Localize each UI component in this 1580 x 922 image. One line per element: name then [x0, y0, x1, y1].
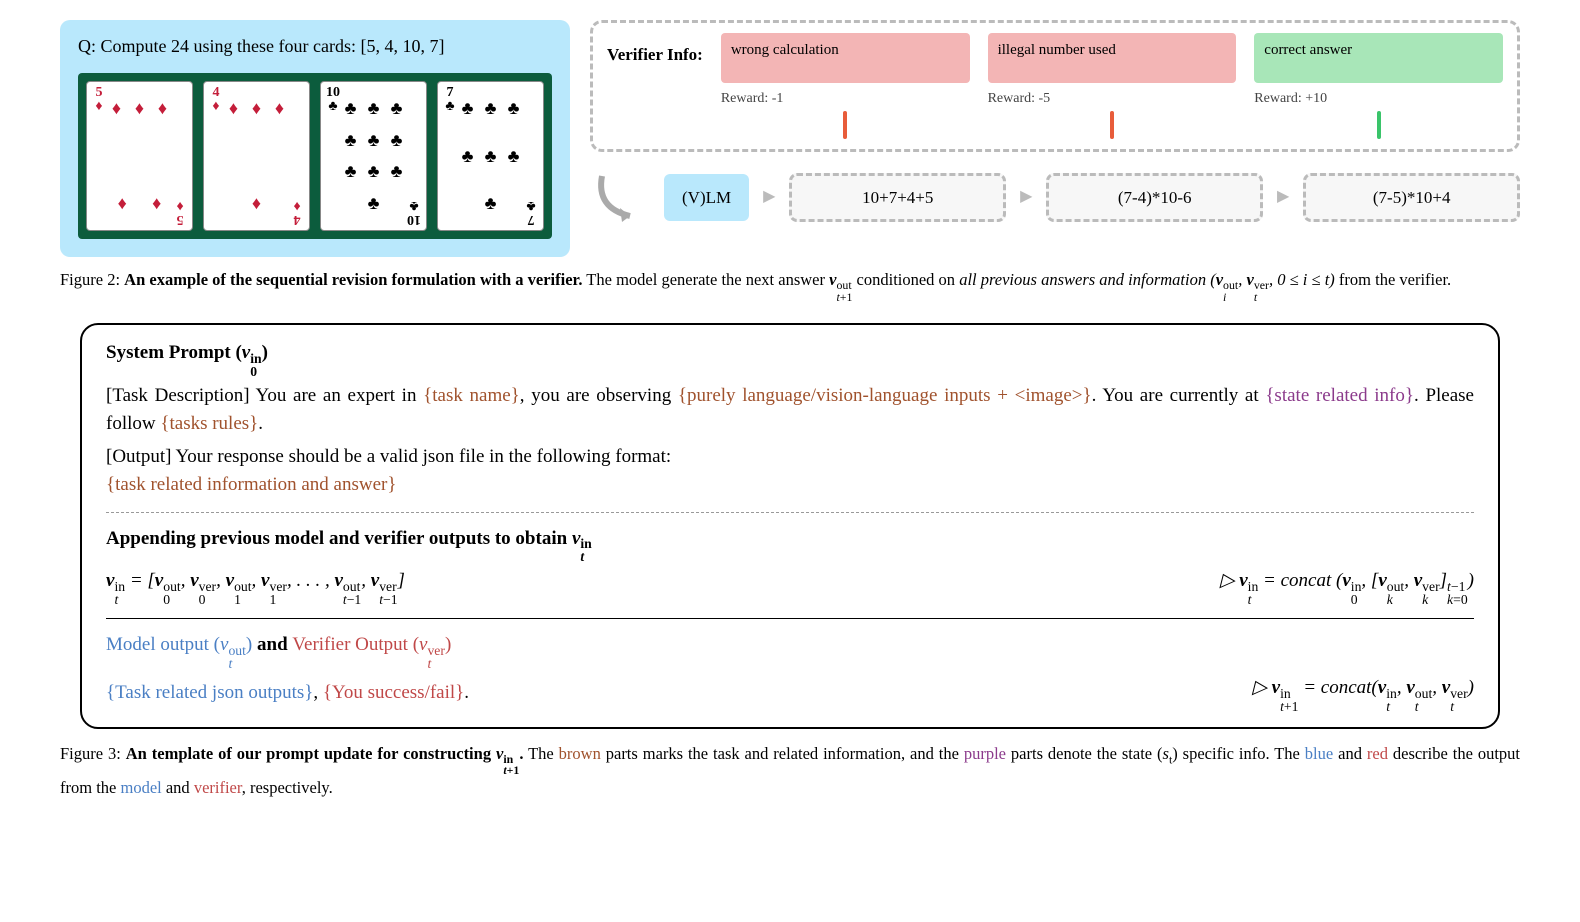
- verifier-output-label: Verifier Output (: [292, 634, 419, 655]
- cap3-brown: brown: [559, 744, 601, 763]
- period: .: [258, 413, 263, 434]
- cap3-r5: and: [1333, 744, 1367, 763]
- output-label: [Output] Your response should be a valid…: [106, 446, 671, 467]
- verifier-item: correct answer Reward: +10: [1254, 33, 1503, 139]
- period2: .: [464, 682, 469, 703]
- verifier-status-box: wrong calculation: [721, 33, 970, 83]
- system-prompt-title: System Prompt (vin0): [106, 339, 1474, 378]
- task-info-slot: {task related information and answer}: [106, 474, 396, 495]
- and-text: and: [252, 634, 292, 655]
- output-row: (V)LM ▶ 10+7+4+5 ▶ (7-4)*10-6 ▶ (7-5)*10+4: [590, 168, 1520, 228]
- task-name-slot: {task name}: [423, 385, 520, 406]
- math-tuple: (vouti, vvert, 0 ≤ i ≤ t): [1206, 270, 1335, 289]
- figure-2-caption: Figure 2: An example of the sequential r…: [60, 269, 1520, 303]
- math-v-in-t: vint: [572, 528, 592, 549]
- verifier-info-row: Verifier Info: wrong calculation Reward:…: [590, 20, 1520, 152]
- expression-box: (7-4)*10-6: [1046, 173, 1263, 223]
- dashed-divider: [106, 512, 1474, 513]
- cards-row: 5♦ ♦♦♦♦♦ 5♦ 4♦ ♦♦♦♦ 4♦ 10♣ ♣♣♣♣♣♣♣♣♣♣ 10…: [78, 73, 552, 239]
- vlm-box: (V)LM: [664, 174, 749, 222]
- connector-line: [843, 111, 847, 139]
- caption-text: The model generate the next answer: [582, 270, 829, 289]
- comma: ,: [313, 682, 323, 703]
- cap3-r2: parts marks the task and related informa…: [601, 744, 964, 763]
- cap3-lead: Figure 3:: [60, 744, 126, 763]
- arrow-icon: [590, 168, 650, 228]
- playing-card: 4♦ ♦♦♦♦ 4♦: [203, 81, 310, 231]
- prompt-template-box: System Prompt (vin0) [Task Description] …: [80, 323, 1500, 729]
- expression-box: 10+7+4+5: [789, 173, 1006, 223]
- verifier-item: wrong calculation Reward: -1: [721, 33, 970, 139]
- playing-card: 10♣ ♣♣♣♣♣♣♣♣♣♣ 10♣: [320, 81, 427, 231]
- inputs-slot: {purely language/vision-language inputs …: [678, 385, 1092, 406]
- math-v-ver-t: vvert: [419, 634, 445, 655]
- task-json-slot: {Task related json outputs}: [106, 682, 313, 703]
- verifier-status-box: illegal number used: [988, 33, 1237, 83]
- output-description: [Output] Your response should be a valid…: [106, 443, 1474, 500]
- cap3-r7: and: [162, 778, 194, 797]
- math-v-out: voutt+1: [829, 270, 852, 289]
- rules-slot: {tasks rules}: [160, 413, 258, 434]
- cap3-r1: The: [523, 744, 558, 763]
- task-desc-prefix: [Task Description] You are an expert in: [106, 385, 423, 406]
- cap3-bold: An template of our prompt update for con…: [126, 744, 496, 763]
- append-title-text: Appending previous model and verifier ou…: [106, 528, 572, 549]
- cap3-red: red: [1367, 744, 1388, 763]
- triangle-icon: ▶: [763, 186, 775, 208]
- math-vin-tp1: vint+1: [496, 744, 519, 763]
- figure-2: Q: Compute 24 using these four cards: [5…: [60, 20, 1520, 257]
- triangle-icon: ▶: [1020, 186, 1032, 208]
- expression-box: (7-5)*10+4: [1303, 173, 1520, 223]
- model-verifier-output-title: Model output (voutt) and Verifier Output…: [106, 631, 1474, 670]
- playing-card: 7♣ ♣♣♣♣♣♣♣ 7♣: [437, 81, 544, 231]
- cap3-model: model: [120, 778, 161, 797]
- caption-bold: An example of the sequential revision fo…: [124, 270, 582, 289]
- obs-text: , you are observing: [520, 385, 678, 406]
- cap3-verifier: verifier: [194, 778, 242, 797]
- cards-panel: Q: Compute 24 using these four cards: [5…: [60, 20, 570, 257]
- cap3-purple: purple: [964, 744, 1006, 763]
- solid-divider: [106, 618, 1474, 619]
- connector-line: [1110, 111, 1114, 139]
- math-v-out-t: voutt: [220, 634, 246, 655]
- caption-text: from the verifier.: [1335, 270, 1451, 289]
- success-fail-slot: {You success/fail}: [323, 682, 464, 703]
- model-output-label: Model output (: [106, 634, 220, 655]
- math-st: st: [1163, 744, 1173, 763]
- reward-text: Reward: -5: [988, 89, 1237, 109]
- eq-right: ▷ vint = concat (vin0, [voutk, vverk]t−1…: [1220, 567, 1474, 606]
- reward-text: Reward: +10: [1254, 89, 1503, 109]
- caption-italic: all previous answers and information: [959, 270, 1206, 289]
- concat-equation-1: vint = [vout0, vver0, vout1, vver1, . . …: [106, 567, 1474, 606]
- curr-text: . You are currently at: [1092, 385, 1266, 406]
- connector-line: [1377, 111, 1381, 139]
- verifier-item: illegal number used Reward: -5: [988, 33, 1237, 139]
- cap3-r8: , respectively.: [242, 778, 333, 797]
- reward-text: Reward: -1: [721, 89, 970, 109]
- question-text: Q: Compute 24 using these four cards: [5…: [78, 34, 552, 59]
- close2: ): [445, 634, 451, 655]
- state-slot: {state related info}: [1265, 385, 1414, 406]
- verifier-label: Verifier Info:: [607, 33, 703, 67]
- triangle-icon: ▶: [1277, 186, 1289, 208]
- sp-title-text: System Prompt (: [106, 342, 242, 363]
- caption-text: conditioned on: [852, 270, 959, 289]
- concat-equation-2: {Task related json outputs}, {You succes…: [106, 674, 1474, 713]
- task-description: [Task Description] You are an expert in …: [106, 382, 1474, 439]
- verifier-panel: Verifier Info: wrong calculation Reward:…: [590, 20, 1520, 257]
- caption-lead: Figure 2:: [60, 270, 124, 289]
- eq-left: vint = [vout0, vver0, vout1, vver1, . . …: [106, 567, 405, 606]
- verifier-status-box: correct answer: [1254, 33, 1503, 83]
- cap3-r4: ) specific info. The: [1172, 744, 1305, 763]
- outputs-line: {Task related json outputs}, {You succes…: [106, 679, 469, 708]
- cap3-r3: parts denote the state (: [1006, 744, 1163, 763]
- figure-3-caption: Figure 3: An template of our prompt upda…: [60, 743, 1520, 799]
- math-v-in-0: vin0: [242, 342, 262, 363]
- eq-right-2: ▷ vint+1 = concat(vint, voutt, vvert): [1252, 674, 1474, 713]
- appending-title: Appending previous model and verifier ou…: [106, 525, 1474, 564]
- playing-card: 5♦ ♦♦♦♦♦ 5♦: [86, 81, 193, 231]
- cap3-blue: blue: [1305, 744, 1333, 763]
